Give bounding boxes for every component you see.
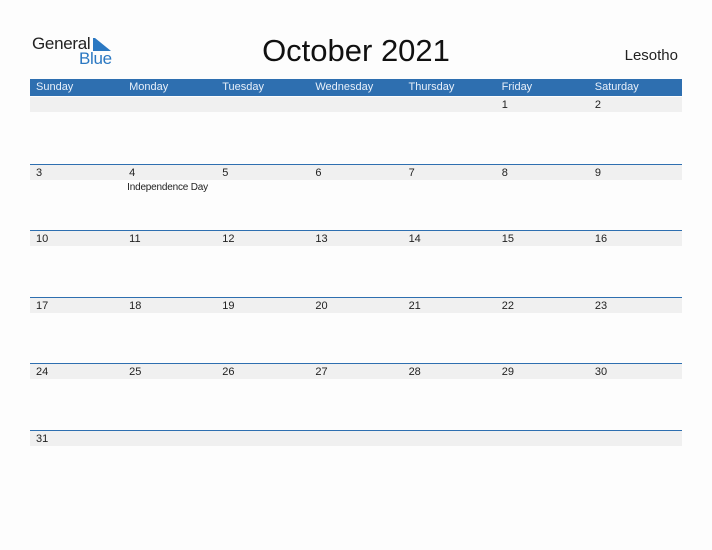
day-cell[interactable]: 5 bbox=[216, 164, 309, 230]
day-cell[interactable]: 31 bbox=[30, 430, 123, 496]
day-cell[interactable]: 22 bbox=[496, 297, 589, 363]
day-cell[interactable]: 8 bbox=[496, 164, 589, 230]
day-cell[interactable]: 14 bbox=[403, 230, 496, 296]
day-cell[interactable]: 24 bbox=[30, 363, 123, 429]
day-number: 8 bbox=[501, 167, 508, 179]
day-cell[interactable]: 27 bbox=[309, 363, 402, 429]
day-number: 25 bbox=[129, 366, 142, 378]
week-row: 10 11 12 13 14 15 16 bbox=[30, 230, 682, 296]
day-number: 5 bbox=[222, 167, 229, 179]
week-row: 12 bbox=[30, 97, 682, 163]
day-number: 29 bbox=[501, 366, 514, 378]
weekday-header: Sunday Monday Tuesday Wednesday Thursday… bbox=[30, 79, 682, 96]
day-number: 15 bbox=[501, 233, 514, 245]
weekday-sunday: Sunday bbox=[36, 81, 74, 93]
day-number: 14 bbox=[408, 233, 421, 245]
day-number: 17 bbox=[36, 300, 49, 312]
day-cell[interactable]: 26 bbox=[216, 363, 309, 429]
holiday-label: Independence Day bbox=[127, 182, 208, 193]
day-cell[interactable] bbox=[496, 430, 589, 496]
day-cell[interactable]: 15 bbox=[496, 230, 589, 296]
day-cell[interactable]: 9 bbox=[589, 164, 682, 230]
day-cell[interactable]: 12 bbox=[216, 230, 309, 296]
day-number: 4 bbox=[129, 167, 136, 179]
day-cell[interactable]: 2 bbox=[589, 97, 682, 163]
weekday-saturday: Saturday bbox=[594, 81, 639, 93]
weekday-tuesday: Tuesday bbox=[222, 81, 265, 93]
day-cell[interactable]: 1 bbox=[496, 97, 589, 163]
day-number: 24 bbox=[36, 366, 49, 378]
day-number: 19 bbox=[222, 300, 235, 312]
day-number: 30 bbox=[594, 366, 608, 378]
day-number: 9 bbox=[594, 167, 601, 179]
day-cell[interactable]: 13 bbox=[309, 230, 402, 296]
day-cell[interactable]: 18 bbox=[123, 297, 216, 363]
day-number: 7 bbox=[408, 167, 415, 179]
day-number: 1 bbox=[501, 99, 508, 111]
day-cell[interactable]: 30 bbox=[589, 363, 682, 429]
day-number: 12 bbox=[222, 233, 235, 245]
day-number: 11 bbox=[129, 233, 141, 245]
day-number: 28 bbox=[408, 366, 421, 378]
day-number: 23 bbox=[594, 300, 608, 312]
day-cell[interactable]: 21 bbox=[403, 297, 496, 363]
day-cell[interactable]: 6 bbox=[309, 164, 402, 230]
day-number: 31 bbox=[36, 433, 49, 445]
day-cell[interactable] bbox=[123, 97, 216, 163]
day-number: 26 bbox=[222, 366, 235, 378]
day-cell[interactable] bbox=[589, 430, 682, 496]
day-cell[interactable] bbox=[123, 430, 216, 496]
day-number: 22 bbox=[501, 300, 514, 312]
day-number: 3 bbox=[36, 167, 43, 179]
day-cell[interactable]: 11 bbox=[123, 230, 216, 296]
day-number: 21 bbox=[408, 300, 421, 312]
day-cell[interactable]: 16 bbox=[589, 230, 682, 296]
day-cell[interactable]: 25 bbox=[123, 363, 216, 429]
weekday-wednesday: Wednesday bbox=[315, 81, 374, 93]
day-number: 16 bbox=[594, 233, 608, 245]
day-cell[interactable] bbox=[30, 97, 123, 163]
day-cell[interactable]: 10 bbox=[30, 230, 123, 296]
day-cell[interactable] bbox=[216, 430, 309, 496]
day-cell[interactable]: 19 bbox=[216, 297, 309, 363]
day-number: 13 bbox=[315, 233, 328, 245]
day-number: 27 bbox=[315, 366, 328, 378]
weekday-friday: Friday bbox=[501, 81, 533, 93]
day-cell[interactable]: 4 Independence Day bbox=[123, 164, 216, 230]
country-label: Lesotho bbox=[624, 47, 678, 64]
week-row: 3 4 Independence Day 5 6 7 8 9 bbox=[30, 164, 682, 230]
day-cell[interactable] bbox=[403, 97, 496, 163]
day-cell[interactable] bbox=[309, 430, 402, 496]
day-cell[interactable]: 17 bbox=[30, 297, 123, 363]
week-row: 17 18 19 20 21 22 23 bbox=[30, 297, 682, 363]
day-number: 18 bbox=[129, 300, 142, 312]
page-title: October 2021 bbox=[262, 33, 450, 68]
day-cell[interactable] bbox=[403, 430, 496, 496]
day-number: 6 bbox=[315, 167, 322, 179]
day-cell[interactable]: 20 bbox=[309, 297, 402, 363]
day-cell[interactable] bbox=[309, 97, 402, 163]
day-number: 20 bbox=[315, 300, 328, 312]
day-cell[interactable]: 7 bbox=[403, 164, 496, 230]
day-cell[interactable] bbox=[216, 97, 309, 163]
day-cell[interactable]: 3 bbox=[30, 164, 123, 230]
week-row: 31 bbox=[30, 430, 682, 496]
day-number: 2 bbox=[594, 99, 601, 111]
day-number: 10 bbox=[36, 233, 49, 245]
week-row: 24 25 26 27 28 29 30 bbox=[30, 363, 682, 429]
day-cell[interactable]: 28 bbox=[403, 363, 496, 429]
weekday-monday: Monday bbox=[129, 81, 169, 93]
weekday-thursday: Thursday bbox=[408, 81, 455, 93]
day-cell[interactable]: 23 bbox=[589, 297, 682, 363]
day-cell[interactable]: 29 bbox=[496, 363, 589, 429]
